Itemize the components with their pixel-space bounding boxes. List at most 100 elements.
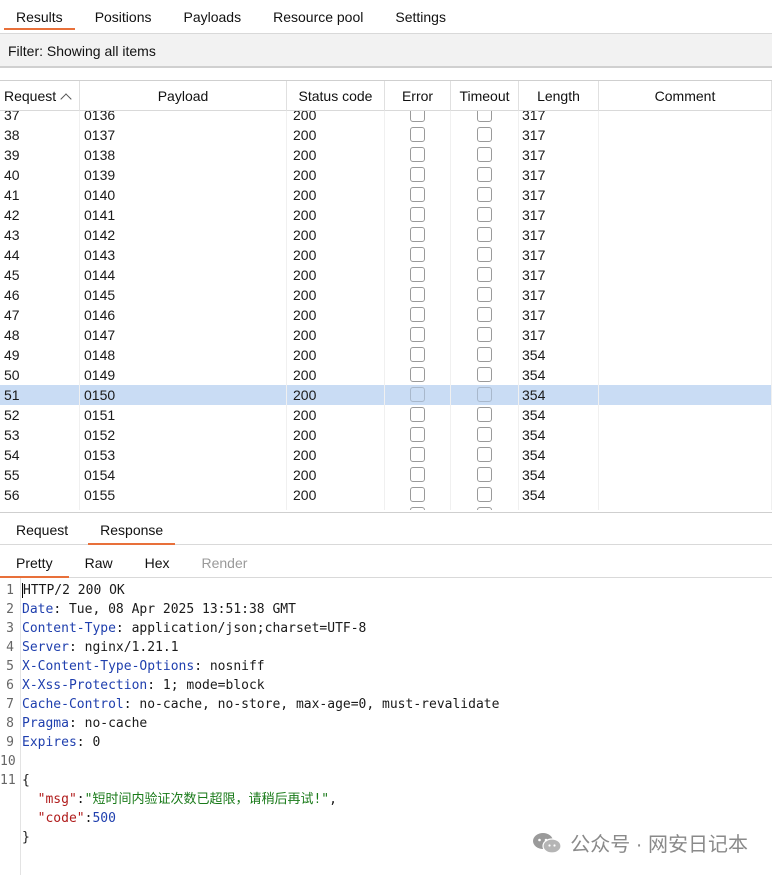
error-checkbox[interactable]	[410, 426, 425, 442]
line-number: 10	[0, 754, 16, 769]
table-row[interactable]: 44 0143 200 317	[0, 245, 772, 265]
error-checkbox[interactable]	[410, 146, 425, 162]
column-header-request[interactable]: Request	[0, 81, 80, 111]
cell-request: 50	[0, 365, 80, 385]
error-checkbox[interactable]	[410, 326, 425, 342]
tab-response[interactable]: Response	[84, 513, 179, 545]
column-header-comment[interactable]: Comment	[599, 81, 772, 111]
error-checkbox[interactable]	[410, 186, 425, 202]
tab-request[interactable]: Request	[0, 513, 84, 545]
timeout-checkbox[interactable]	[477, 486, 492, 502]
table-row[interactable]: 54 0153 200 354	[0, 445, 772, 465]
json-key: "code"	[37, 811, 85, 826]
response-editor[interactable]: 1 HTTP/2 200 OK 2 Date: Tue, 08 Apr 2025 13…	[0, 578, 772, 875]
table-row[interactable]: 55 0154 200 354	[0, 465, 772, 485]
column-header-length[interactable]: Length	[519, 81, 599, 111]
column-header-status-code[interactable]: Status code	[287, 81, 385, 111]
error-checkbox[interactable]	[410, 486, 425, 502]
timeout-checkbox[interactable]	[477, 206, 492, 222]
column-header-error[interactable]: Error	[385, 81, 451, 111]
table-row[interactable]: 53 0152 200 354	[0, 425, 772, 445]
error-checkbox[interactable]	[410, 366, 425, 382]
table-row[interactable]: 50 0149 200 354	[0, 365, 772, 385]
view-tab-hex[interactable]: Hex	[129, 545, 186, 578]
error-checkbox[interactable]	[410, 286, 425, 302]
column-header-timeout[interactable]: Timeout	[451, 81, 519, 111]
cell-payload: 0140	[80, 185, 287, 205]
timeout-checkbox[interactable]	[477, 306, 492, 322]
error-checkbox[interactable]	[410, 166, 425, 182]
tab-results[interactable]: Results	[0, 0, 79, 34]
cell-length: 317	[519, 145, 599, 165]
timeout-checkbox[interactable]	[477, 386, 492, 402]
table-row[interactable]: 39 0138 200 317	[0, 145, 772, 165]
code-text: X-Content-Type-Options: nosniff	[18, 657, 265, 676]
timeout-checkbox[interactable]	[477, 466, 492, 482]
error-checkbox[interactable]	[410, 506, 425, 510]
timeout-checkbox[interactable]	[477, 326, 492, 342]
error-checkbox[interactable]	[410, 306, 425, 322]
cell-request: 54	[0, 445, 80, 465]
table-row[interactable]: 42 0141 200 317	[0, 205, 772, 225]
table-row[interactable]: 51 0150 200 354	[0, 385, 772, 405]
timeout-checkbox[interactable]	[477, 186, 492, 202]
error-checkbox[interactable]	[410, 446, 425, 462]
table-row[interactable]: 47 0146 200 317	[0, 305, 772, 325]
cell-status-code: 200	[287, 145, 385, 165]
error-checkbox[interactable]	[410, 266, 425, 282]
cell-request: 56	[0, 485, 80, 505]
cell-payload: 0145	[80, 285, 287, 305]
timeout-checkbox[interactable]	[477, 246, 492, 262]
error-checkbox[interactable]	[410, 226, 425, 242]
column-header-payload[interactable]: Payload	[80, 81, 287, 111]
error-checkbox[interactable]	[410, 246, 425, 262]
tab-positions[interactable]: Positions	[79, 0, 168, 34]
cell-length: 317	[519, 305, 599, 325]
table-row[interactable]: 48 0147 200 317	[0, 325, 772, 345]
json-key: "msg"	[37, 792, 77, 807]
cell-comment	[599, 205, 772, 225]
table-row[interactable]: 52 0151 200 354	[0, 405, 772, 425]
cell-comment	[599, 345, 772, 365]
header-value: no-cache, no-store, max-age=0, must-reva…	[139, 697, 500, 712]
timeout-checkbox[interactable]	[477, 366, 492, 382]
table-row[interactable]: 45 0144 200 317	[0, 265, 772, 285]
tab-resource-pool[interactable]: Resource pool	[257, 0, 379, 34]
view-tab-raw[interactable]: Raw	[69, 545, 129, 578]
error-checkbox[interactable]	[410, 346, 425, 362]
timeout-checkbox[interactable]	[477, 286, 492, 302]
timeout-checkbox[interactable]	[477, 166, 492, 182]
timeout-checkbox[interactable]	[477, 446, 492, 462]
table-row[interactable]: 40 0139 200 317	[0, 165, 772, 185]
timeout-checkbox[interactable]	[477, 226, 492, 242]
table-row[interactable]: 56 0155 200 354	[0, 485, 772, 505]
timeout-checkbox[interactable]	[477, 426, 492, 442]
table-row[interactable]: 41 0140 200 317	[0, 185, 772, 205]
error-checkbox[interactable]	[410, 126, 425, 142]
cell-payload: 0142	[80, 225, 287, 245]
cell-request: 46	[0, 285, 80, 305]
table-row[interactable]: 570156200 354	[0, 505, 772, 510]
error-checkbox[interactable]	[410, 466, 425, 482]
timeout-checkbox[interactable]	[477, 126, 492, 142]
timeout-checkbox[interactable]	[477, 346, 492, 362]
error-checkbox[interactable]	[410, 206, 425, 222]
cell-error	[385, 465, 451, 485]
timeout-checkbox[interactable]	[477, 146, 492, 162]
cell-payload: 0152	[80, 425, 287, 445]
tab-payloads[interactable]: Payloads	[168, 0, 258, 34]
timeout-checkbox[interactable]	[477, 266, 492, 282]
error-checkbox[interactable]	[410, 386, 425, 402]
table-row[interactable]: 49 0148 200 354	[0, 345, 772, 365]
view-tab-pretty[interactable]: Pretty	[0, 545, 69, 578]
table-row[interactable]: 43 0142 200 317	[0, 225, 772, 245]
cell-timeout	[451, 405, 519, 425]
filter-bar[interactable]: Filter: Showing all items	[0, 34, 772, 68]
timeout-checkbox[interactable]	[477, 406, 492, 422]
cell-length: 317	[519, 225, 599, 245]
tab-settings[interactable]: Settings	[379, 0, 462, 34]
error-checkbox[interactable]	[410, 406, 425, 422]
timeout-checkbox[interactable]	[477, 506, 492, 510]
table-row[interactable]: 38 0137 200 317	[0, 125, 772, 145]
table-row[interactable]: 46 0145 200 317	[0, 285, 772, 305]
